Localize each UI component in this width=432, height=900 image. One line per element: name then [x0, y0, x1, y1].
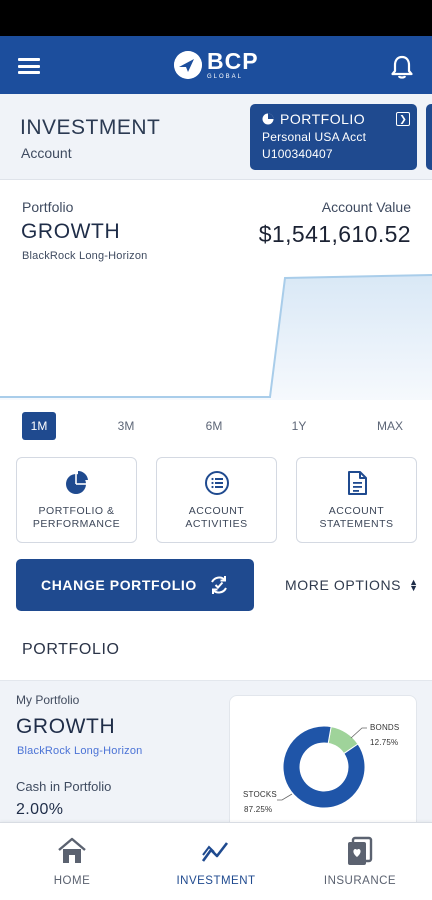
cash-label: Cash in Portfolio: [16, 779, 112, 794]
range-max[interactable]: MAX: [370, 412, 410, 440]
next-card-peek[interactable]: [426, 104, 432, 170]
tab-home[interactable]: HOME: [0, 823, 144, 900]
account-type-subtitle: Account: [21, 145, 72, 161]
tab-insurance[interactable]: INSURANCE: [288, 823, 432, 900]
account-type-title: INVESTMENT: [20, 116, 161, 139]
sort-arrows-icon: ▲ ▼: [409, 576, 419, 593]
menu-icon[interactable]: [18, 58, 40, 74]
account-summary: Portfolio GROWTH BlackRock Long-Horizon …: [0, 180, 432, 400]
allocation-card: BONDS 12.75% STOCKS 87.25%: [229, 695, 417, 835]
portfolio-card-account-name: Personal USA Acct: [262, 130, 367, 144]
brand-logo: BCP GLOBAL: [174, 50, 259, 80]
change-portfolio-label: CHANGE PORTFOLIO: [41, 577, 197, 593]
portfolio-strategy: BlackRock Long-Horizon: [22, 250, 148, 262]
portfolio-panel: My Portfolio GROWTH BlackRock Long-Horiz…: [0, 680, 432, 835]
tab-investment[interactable]: INVESTMENT: [144, 823, 288, 900]
tile-label: PORTFOLIO & PERFORMANCE: [32, 505, 121, 531]
change-portfolio-button[interactable]: CHANGE PORTFOLIO: [16, 559, 254, 611]
portfolio-card-account-number: U100340407: [262, 147, 333, 161]
my-portfolio-strategy[interactable]: BlackRock Long-Horizon: [17, 745, 142, 757]
trend-icon: [201, 842, 229, 862]
bell-icon[interactable]: [390, 54, 414, 80]
app-screen: BCP GLOBAL INVESTMENT Account PORTFOLIO …: [0, 0, 432, 900]
portfolio-account-card[interactable]: PORTFOLIO Personal USA Acct U100340407 ❯: [250, 104, 417, 170]
account-value: $1,541,610.52: [258, 221, 411, 247]
tab-home-label: HOME: [53, 875, 91, 887]
range-1m[interactable]: 1M: [22, 412, 56, 440]
label-leaders: [277, 727, 367, 801]
bottom-tab-bar: HOME INVESTMENT INSURANCE: [0, 822, 432, 900]
insurance-icon: [348, 836, 373, 865]
app-header: BCP GLOBAL: [0, 36, 432, 94]
range-3m[interactable]: 3M: [108, 412, 144, 440]
tab-investment-label: INVESTMENT: [176, 875, 256, 887]
portfolio-section-title: PORTFOLIO: [22, 641, 120, 658]
range-1y[interactable]: 1Y: [282, 412, 316, 440]
chart-area: [0, 275, 432, 400]
pie-small-icon: [262, 113, 274, 125]
portfolio-name: GROWTH: [21, 220, 121, 243]
portfolio-card-title: PORTFOLIO: [280, 111, 366, 127]
quick-actions: PORTFOLIO & PERFORMANCE ACCOUNT ACTIVITI…: [16, 457, 417, 543]
more-options-label: MORE OPTIONS: [285, 577, 402, 593]
home-icon: [58, 837, 86, 863]
more-options-button[interactable]: MORE OPTIONS ▲ ▼: [285, 577, 419, 593]
account-activities-tile[interactable]: ACCOUNT ACTIVITIES: [156, 457, 277, 543]
brand-name: BCP: [207, 48, 259, 74]
account-value-label: Account Value: [321, 199, 411, 215]
refresh-check-icon: [211, 576, 227, 594]
status-bar: [0, 0, 432, 36]
pie-chart-icon: [65, 470, 88, 494]
my-portfolio-name: GROWTH: [16, 715, 116, 738]
bonds-label: BONDS: [370, 723, 400, 732]
performance-chart: [0, 274, 432, 400]
list-icon: [204, 471, 229, 495]
tab-insurance-label: INSURANCE: [323, 875, 397, 887]
tile-label: ACCOUNT ACTIVITIES: [185, 505, 248, 531]
account-statements-tile[interactable]: ACCOUNT STATEMENTS: [296, 457, 417, 543]
portfolio-label: Portfolio: [22, 199, 74, 215]
portfolio-performance-tile[interactable]: PORTFOLIO & PERFORMANCE: [16, 457, 137, 543]
tile-label: ACCOUNT STATEMENTS: [319, 505, 394, 531]
stocks-pct: 87.25%: [244, 805, 273, 814]
stocks-label: STOCKS: [243, 790, 277, 799]
bonds-pct: 12.75%: [370, 738, 399, 747]
cash-value: 2.00%: [16, 801, 64, 818]
my-portfolio-label: My Portfolio: [16, 693, 80, 707]
time-range-selector: 1M 3M 6M 1Y MAX: [0, 412, 432, 442]
range-6m[interactable]: 6M: [196, 412, 232, 440]
open-arrow-icon: ❯: [396, 112, 410, 126]
logo-mark-icon: [174, 51, 202, 79]
document-icon: [347, 471, 367, 495]
account-bar: INVESTMENT Account PORTFOLIO Personal US…: [0, 94, 432, 180]
brand-sub: GLOBAL: [207, 74, 244, 80]
